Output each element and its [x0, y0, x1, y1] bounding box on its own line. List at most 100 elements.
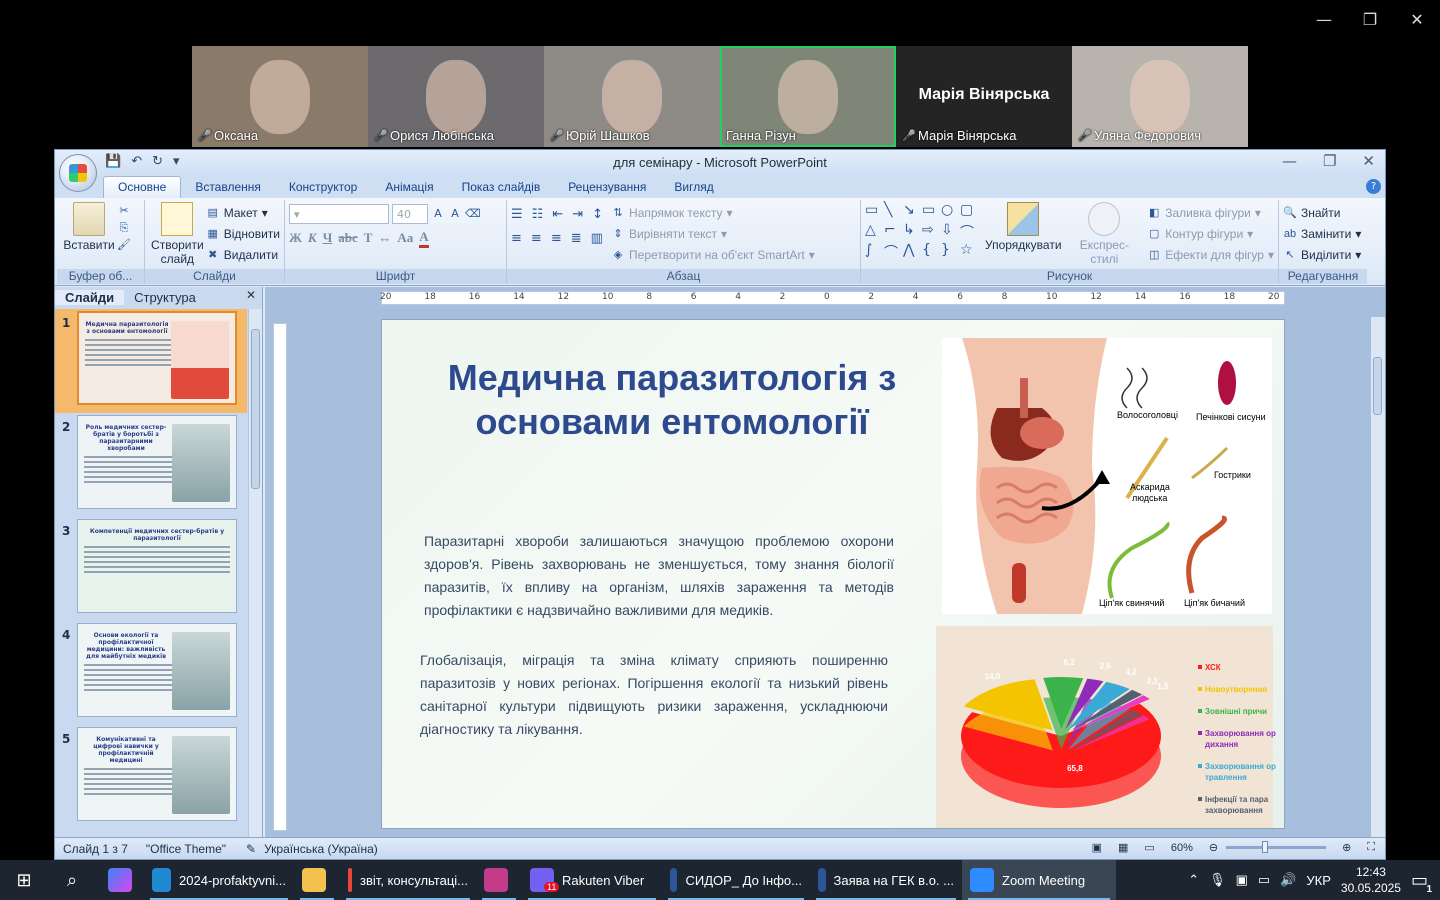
ribbon-tab[interactable]: Вигляд: [660, 177, 727, 198]
rectangle-icon[interactable]: ▭: [922, 202, 941, 222]
text-direction-button[interactable]: ⇅ Напрямок тексту ▾: [611, 202, 815, 223]
arc-icon[interactable]: ⌒: [884, 242, 903, 262]
right-brace-icon[interactable]: }: [941, 242, 960, 262]
slideshow-view-icon[interactable]: ▭: [1144, 841, 1154, 854]
taskbar-app[interactable]: [294, 860, 340, 900]
quick-styles-button[interactable]: Експрес-стилі: [1068, 202, 1142, 266]
taskbar-app[interactable]: [476, 860, 522, 900]
font-name-field[interactable]: ▾: [289, 204, 389, 224]
clear-format-icon[interactable]: ⌫: [465, 207, 481, 221]
taskbar-app[interactable]: 2024-profaktyvni...: [144, 860, 294, 900]
copy-icon[interactable]: ⎘: [117, 221, 131, 235]
editor-scroll-thumb[interactable]: [1373, 357, 1382, 415]
slide-thumbnail[interactable]: 4 Основи екології та профілактичної медиц…: [55, 621, 247, 725]
zoom-close-button[interactable]: ✕: [1405, 8, 1429, 32]
format-painter-icon[interactable]: 🖌: [117, 238, 131, 252]
zigzag-icon[interactable]: ⋀: [903, 242, 922, 262]
slide-thumbnail[interactable]: 3 Компетенції медичних сестер-братів у па…: [55, 517, 247, 621]
notifications-icon[interactable]: ▭ 1: [1411, 870, 1432, 895]
elbow-arrow-icon[interactable]: ↳: [903, 222, 922, 242]
align-center-icon[interactable]: ≡: [531, 231, 542, 246]
replace-button[interactable]: ab Замінити ▾: [1283, 223, 1363, 244]
tab-outline[interactable]: Структура: [124, 290, 206, 305]
zoom-slider[interactable]: [1226, 841, 1327, 853]
zoom-in-icon[interactable]: ⊕: [1342, 841, 1351, 854]
left-brace-icon[interactable]: {: [922, 242, 941, 262]
taskbar-app[interactable]: СИДОР_ До Інфо...: [662, 860, 810, 900]
font-color-icon[interactable]: A: [419, 229, 429, 248]
shapes-gallery[interactable]: ▭ ╲ ↘ ▭ ○ ▢ △ ⌐ ↳ ⇨ ⇩ ⌒ ∫ ⌒ ⋀{} ☆: [865, 202, 979, 266]
zoom-restore-button[interactable]: ❐: [1358, 8, 1382, 32]
participant-tile[interactable]: 🎤 Орися Любінська: [368, 46, 544, 147]
star-icon[interactable]: ☆: [960, 242, 979, 262]
slide-thumbnail[interactable]: 5 Комунікативні та цифрові навички у проф…: [55, 725, 247, 829]
participant-tile[interactable]: 🎤 Юрій Шашков: [544, 46, 720, 147]
panel-scrollbar[interactable]: [248, 309, 262, 837]
triangle-icon[interactable]: △: [865, 222, 884, 242]
paste-button[interactable]: Вставити: [61, 202, 117, 252]
underline-icon[interactable]: Ч: [323, 230, 333, 246]
language-label[interactable]: Українська (Україна): [264, 842, 378, 856]
mortality-pie-chart[interactable]: 65,8 14,0 6,2 2,6 4,2 2,1 1,5 ХСК Новоутворення…: [936, 626, 1276, 828]
sorter-view-icon[interactable]: ▦: [1118, 841, 1128, 854]
right-arrow-icon[interactable]: ⇨: [922, 222, 941, 242]
panel-scroll-thumb[interactable]: [251, 329, 260, 489]
slide-thumbnail[interactable]: 2 Роль медичних сестер-братів у боротьбі …: [55, 413, 247, 517]
participant-tile[interactable]: 🎤 Уляна Федорович: [1072, 46, 1248, 147]
slide-paragraph-2[interactable]: Глобалізація, міграція та зміна клімату …: [420, 649, 888, 741]
help-icon[interactable]: ?: [1366, 179, 1381, 194]
spacing-icon[interactable]: ↔: [378, 230, 391, 246]
oval-icon[interactable]: ○: [941, 202, 960, 222]
select-button[interactable]: ↖ Виділити ▾: [1283, 244, 1363, 265]
network-icon[interactable]: ▭: [1258, 872, 1270, 888]
shape-outline-button[interactable]: ▢ Контур фігури ▾: [1147, 223, 1274, 244]
anatomy-parasites-image[interactable]: Волосоголовці Печінкові сисуни Аскарида …: [942, 338, 1272, 614]
change-case-icon[interactable]: Aa: [397, 230, 413, 246]
office-button[interactable]: [59, 154, 97, 192]
slide-thumbnail[interactable]: 1 Медична паразитологія з основами ентомо…: [55, 309, 247, 413]
align-left-icon[interactable]: ≡: [511, 231, 522, 246]
increase-indent-icon[interactable]: ⇥: [572, 207, 583, 222]
clock[interactable]: 12:43 30.05.2025: [1341, 864, 1401, 896]
curve-icon[interactable]: ∫: [865, 242, 884, 262]
normal-view-icon[interactable]: ▣: [1092, 841, 1102, 854]
copilot-button[interactable]: [96, 860, 144, 900]
decrease-indent-icon[interactable]: ⇤: [552, 207, 563, 222]
bullets-icon[interactable]: ☰: [511, 207, 523, 222]
language-indicator[interactable]: УКР: [1306, 873, 1331, 888]
rounded-rect-icon[interactable]: ▢: [960, 202, 979, 222]
ribbon-tab[interactable]: Рецензування: [554, 177, 660, 198]
editor-scrollbar[interactable]: [1371, 317, 1385, 837]
shape-effects-button[interactable]: ◫ Ефекти для фігур ▾: [1147, 244, 1274, 265]
zoom-minimize-button[interactable]: —: [1312, 8, 1336, 32]
participant-tile[interactable]: 🎤 Оксана: [192, 46, 368, 147]
justify-icon[interactable]: ≣: [571, 231, 582, 246]
down-arrow-icon[interactable]: ⇩: [941, 222, 960, 242]
zoom-level[interactable]: 60%: [1171, 842, 1193, 854]
cut-icon[interactable]: ✂: [117, 204, 131, 218]
microphone-icon[interactable]: 🎙: [1209, 872, 1226, 888]
delete-slide-button[interactable]: ✖ Видалити: [206, 244, 280, 265]
columns-icon[interactable]: ▥: [591, 231, 603, 246]
zoom-out-icon[interactable]: ⊖: [1209, 841, 1218, 854]
new-slide-button[interactable]: Створити слайд: [149, 202, 206, 266]
arrange-button[interactable]: Упорядкувати: [985, 202, 1062, 266]
show-hidden-icon[interactable]: ⌃: [1188, 872, 1199, 888]
ribbon-tab[interactable]: Конструктор: [275, 177, 371, 198]
numbering-icon[interactable]: ☷: [532, 207, 544, 222]
slide-paragraph-1[interactable]: Паразитарні хвороби залишаються значущою…: [424, 530, 894, 622]
camera-icon[interactable]: ▣: [1236, 872, 1248, 888]
ppt-maximize-button[interactable]: ❐: [1323, 152, 1336, 170]
align-right-icon[interactable]: ≡: [551, 231, 562, 246]
italic-icon[interactable]: К: [308, 230, 317, 246]
align-text-button[interactable]: ⇕ Вирівняти текст ▾: [611, 223, 815, 244]
slide-title[interactable]: Медична паразитологія з основами ентомол…: [422, 356, 922, 444]
taskbar-app[interactable]: звіт, консультаці...: [340, 860, 476, 900]
font-size-field[interactable]: 40: [392, 204, 428, 224]
panel-close-icon[interactable]: ✕: [246, 288, 256, 302]
layout-button[interactable]: ▤ Макет ▾: [206, 202, 280, 223]
theme-name[interactable]: "Office Theme": [146, 842, 226, 856]
participant-tile[interactable]: Марія Вінярська 🎤 Марія Вінярська: [896, 46, 1072, 147]
start-button[interactable]: ⊞: [0, 860, 48, 900]
find-button[interactable]: 🔍 Знайти: [1283, 202, 1363, 223]
